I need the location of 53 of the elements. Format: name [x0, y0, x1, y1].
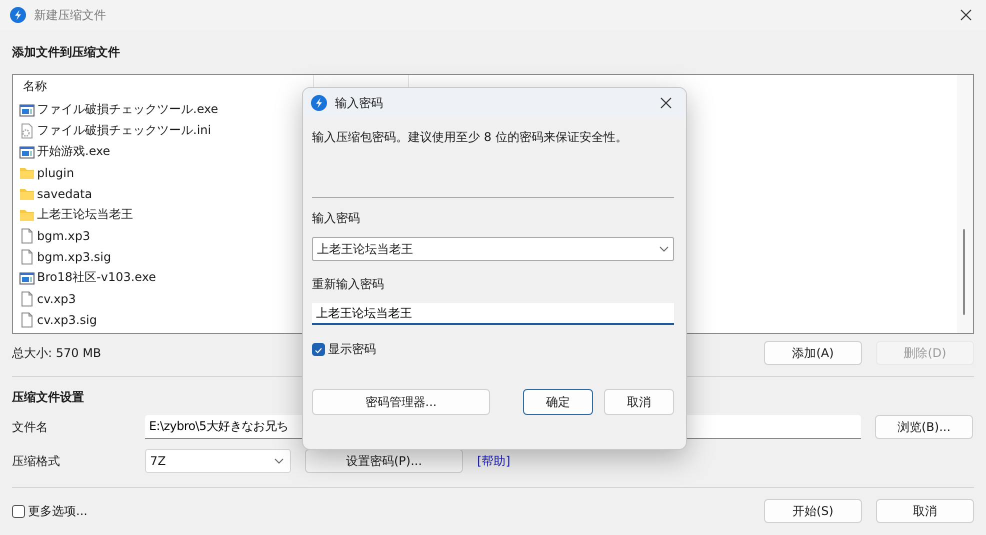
field-label: 文件名 [12, 418, 49, 436]
file-icon [19, 290, 35, 306]
checkbox-label: 显示密码 [328, 340, 376, 358]
file-name[interactable]: 上老王论坛当老王 [37, 206, 133, 223]
file-name[interactable]: cv.xp3.sig [37, 312, 97, 326]
field-label: 重新输入密码 [312, 276, 385, 293]
scrollbar-thumb[interactable] [963, 229, 965, 315]
start-button[interactable]: 开始(S) [764, 499, 862, 523]
confirm-password-field[interactable]: 上老王论坛当老王 [312, 303, 674, 325]
section-heading: 压缩文件设置 [12, 389, 84, 406]
file-name[interactable]: Bro18社区-v103.exe [37, 269, 156, 286]
total-size: 总大小: 570 MB [12, 344, 102, 362]
program-icon [19, 270, 35, 286]
file-icon [19, 248, 35, 264]
file-icon [19, 228, 35, 244]
password-manager-button[interactable]: 密码管理器... [312, 389, 490, 415]
settings-file-icon [19, 122, 35, 138]
checkbox[interactable] [312, 342, 325, 356]
program-icon [19, 102, 35, 118]
section-heading: 添加文件到压缩文件 [12, 44, 120, 61]
close-icon [960, 9, 972, 21]
file-name[interactable]: 开始游戏.exe [37, 143, 110, 160]
window-title: 新建压缩文件 [34, 6, 106, 24]
file-name[interactable]: cv.xp3 [37, 292, 76, 306]
browse-button[interactable]: 浏览(B)... [875, 415, 973, 439]
app-logo-icon [311, 95, 327, 111]
file-name[interactable]: ファイル破損チェックツール.ini [37, 122, 212, 139]
ok-button[interactable]: 确定 [523, 389, 593, 415]
dialog-title: 输入密码 [335, 94, 383, 112]
file-name[interactable]: savedata [37, 186, 92, 200]
cancel-button[interactable]: 取消 [604, 389, 674, 415]
set-password-button[interactable]: 设置密码(P)... [305, 449, 463, 473]
file-name[interactable]: ファイル破損チェックツール.exe [37, 101, 218, 118]
field-label: 输入密码 [312, 210, 361, 227]
caret-icon [274, 458, 284, 464]
cancel-button[interactable]: 取消 [876, 499, 974, 523]
password-field[interactable]: 上老王论坛当老王 [312, 237, 674, 261]
app-logo-icon [10, 7, 26, 23]
caret-icon [659, 246, 669, 252]
file-icon [19, 312, 35, 328]
checkbox-label: 更多选项... [28, 502, 88, 520]
program-icon [19, 144, 35, 160]
dialog-message: 输入压缩包密码。建议使用至少 8 位的密码来保证安全性。 [312, 129, 628, 146]
format-dropdown[interactable]: 7Z [145, 449, 291, 473]
checkbox[interactable] [12, 504, 25, 518]
help-link[interactable]: [帮助] [477, 452, 510, 470]
field-label: 压缩格式 [12, 452, 61, 470]
close-icon [660, 97, 672, 109]
file-name[interactable]: bgm.xp3.sig [37, 250, 112, 264]
column-header[interactable]: 名称 [21, 78, 49, 94]
add-button[interactable]: 添加(A) [764, 341, 862, 365]
file-name[interactable]: plugin [37, 166, 74, 180]
file-name[interactable]: bgm.xp3 [37, 228, 90, 242]
